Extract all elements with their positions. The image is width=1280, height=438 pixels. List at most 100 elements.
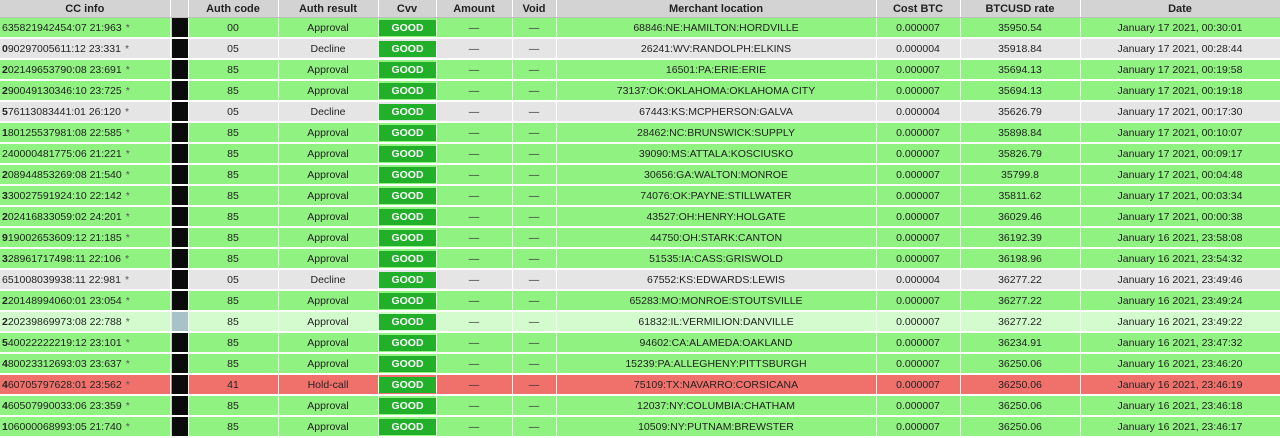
- column-header-merchant-location[interactable]: Merchant location: [556, 0, 877, 18]
- row-select-cell[interactable]: [170, 416, 189, 438]
- table-row[interactable]: 290049130346:10 23:725 * 85 Approval GOOD — —7…: [0, 80, 1280, 102]
- cc-info-cell[interactable]: 220148994060:01 23:054 *: [0, 290, 171, 312]
- row-select-box[interactable]: [171, 102, 187, 120]
- amount-cell: —: [436, 206, 513, 228]
- table-row[interactable]: 240000481775:06 21:221 * 85 Approval GOOD — —3…: [0, 143, 1280, 165]
- row-select-cell[interactable]: [170, 185, 189, 207]
- row-select-box[interactable]: [171, 396, 187, 414]
- cc-info-cell[interactable]: 220239869973:08 22:788 *: [0, 311, 171, 333]
- row-select-cell[interactable]: [170, 353, 189, 375]
- cc-info-cell[interactable]: 460507990033:06 23:359 *: [0, 395, 171, 417]
- row-select-cell[interactable]: [170, 17, 189, 39]
- row-select-cell[interactable]: [170, 374, 189, 396]
- row-select-cell[interactable]: [170, 38, 189, 60]
- row-select-cell[interactable]: [170, 59, 189, 81]
- row-select-box[interactable]: [171, 39, 187, 57]
- cc-info-cell[interactable]: 540022222219:12 23:101 *: [0, 332, 171, 354]
- table-row[interactable]: 330027591924:10 22:142 * 85 Approval GOOD — —7…: [0, 185, 1280, 207]
- row-select-box[interactable]: [171, 60, 187, 78]
- cc-info-cell[interactable]: 202416833059:02 24:201 *: [0, 206, 171, 228]
- row-select-cell[interactable]: [170, 206, 189, 228]
- column-header-amount[interactable]: Amount: [436, 0, 513, 18]
- btcusd-rate-cell: 36277.22: [960, 311, 1081, 333]
- column-header-void[interactable]: Void: [512, 0, 557, 18]
- cc-info-cell[interactable]: 651008039938:11 22:981 *: [0, 269, 171, 291]
- table-row[interactable]: 090297005611:12 23:331 * 05 Decline GOOD — —26…: [0, 38, 1280, 60]
- row-select-box[interactable]: [171, 291, 187, 309]
- column-header-auth-code[interactable]: Auth code: [188, 0, 279, 18]
- column-header-date[interactable]: Date: [1080, 0, 1280, 18]
- row-select-box[interactable]: [171, 312, 187, 330]
- row-select-box[interactable]: [171, 144, 187, 162]
- row-select-box[interactable]: [171, 375, 187, 393]
- row-select-box[interactable]: [171, 18, 187, 37]
- row-select-cell[interactable]: [170, 101, 189, 123]
- table-row[interactable]: 220148994060:01 23:054 * 85 Approval GOOD — —6…: [0, 290, 1280, 312]
- cc-info-cell[interactable]: 202149653790:08 23:691 *: [0, 59, 171, 81]
- table-row[interactable]: 576113083441:01 26:120 * 05 Decline GOOD — —67…: [0, 101, 1280, 123]
- cc-info-cell[interactable]: 330027591924:10 22:142 *: [0, 185, 171, 207]
- cc-info-cell[interactable]: 635821942454:07 21:963 *: [0, 17, 171, 39]
- cc-info-cell[interactable]: 460705797628:01 23:562 *: [0, 374, 171, 396]
- table-row[interactable]: 480023312693:03 23:637 * 85 Approval GOOD — —1…: [0, 353, 1280, 375]
- row-select-box[interactable]: [171, 81, 187, 99]
- cc-info-cell[interactable]: 328961717498:11 22:106 *: [0, 248, 171, 270]
- row-select-box[interactable]: [171, 354, 187, 372]
- cc-info-number: 08944853269:08 21:540: [7, 168, 122, 181]
- cvv-cell: GOOD: [378, 122, 437, 144]
- row-select-box[interactable]: [171, 186, 187, 204]
- row-select-cell[interactable]: [170, 332, 189, 354]
- row-select-cell[interactable]: [170, 395, 189, 417]
- row-select-box[interactable]: [171, 270, 187, 288]
- row-select-cell[interactable]: [170, 248, 189, 270]
- table-row[interactable]: 106000068993:05 21:740 * 85 Approval GOOD — —1…: [0, 416, 1280, 438]
- table-row[interactable]: 202416833059:02 24:201 * 85 Approval GOOD — —4…: [0, 206, 1280, 228]
- table-row[interactable]: 328961717498:11 22:106 * 85 Approval GOOD — —5…: [0, 248, 1280, 270]
- cc-info-cell[interactable]: 919002653609:12 21:185 *: [0, 227, 171, 249]
- row-select-box[interactable]: [171, 165, 187, 183]
- row-select-box[interactable]: [171, 333, 187, 351]
- table-row[interactable]: 460507990033:06 23:359 * 85 Approval GOOD — —1…: [0, 395, 1280, 417]
- column-header-btcusd-rate[interactable]: BTCUSD rate: [960, 0, 1081, 18]
- row-select-cell[interactable]: [170, 80, 189, 102]
- cc-info-cell[interactable]: 240000481775:06 21:221 *: [0, 143, 171, 165]
- column-header-cost-btc[interactable]: Cost BTC: [876, 0, 961, 18]
- column-header-auth-result[interactable]: Auth result: [278, 0, 379, 18]
- column-header-cc-info[interactable]: CC info: [0, 0, 171, 18]
- cc-info-cell[interactable]: 106000068993:05 21:740 *: [0, 416, 171, 438]
- table-row[interactable]: 208944853269:08 21:540 * 85 Approval GOOD — —3…: [0, 164, 1280, 186]
- amount-cell: —: [436, 59, 513, 81]
- cost-btc-cell: 0.000007: [876, 248, 961, 270]
- row-select-cell[interactable]: [170, 164, 189, 186]
- row-select-cell[interactable]: [170, 122, 189, 144]
- row-select-cell[interactable]: [170, 269, 189, 291]
- table-row[interactable]: 220239869973:08 22:788 * 85 Approval GOOD — —6…: [0, 311, 1280, 333]
- cc-info-cell[interactable]: 208944853269:08 21:540 *: [0, 164, 171, 186]
- auth-code-cell: 85: [188, 206, 279, 228]
- table-row[interactable]: 180125537981:08 22:585 * 85 Approval GOOD — —2…: [0, 122, 1280, 144]
- cvv-status-badge: GOOD: [378, 334, 435, 351]
- cc-info-cell[interactable]: 180125537981:08 22:585 *: [0, 122, 171, 144]
- row-select-cell[interactable]: [170, 143, 189, 165]
- table-row[interactable]: 635821942454:07 21:963 * 00 Approval GOOD — —6…: [0, 17, 1280, 39]
- row-select-box[interactable]: [171, 207, 187, 225]
- merchant-location-cell: 12037:NY:COLUMBIA:CHATHAM: [556, 395, 877, 417]
- row-select-cell[interactable]: [170, 290, 189, 312]
- column-header-cvv[interactable]: Cvv: [378, 0, 437, 18]
- row-select-box[interactable]: [171, 228, 187, 246]
- table-row[interactable]: 460705797628:01 23:562 * 41 Hold-call GOOD — —…: [0, 374, 1280, 396]
- table-row[interactable]: 202149653790:08 23:691 * 85 Approval GOOD — —1…: [0, 59, 1280, 81]
- row-select-box[interactable]: [171, 249, 187, 267]
- cc-info-cell[interactable]: 290049130346:10 23:725 *: [0, 80, 171, 102]
- table-row[interactable]: 651008039938:11 22:981 * 05 Decline GOOD — —67…: [0, 269, 1280, 291]
- table-row[interactable]: 540022222219:12 23:101 * 85 Approval GOOD — —9…: [0, 332, 1280, 354]
- row-select-cell[interactable]: [170, 227, 189, 249]
- row-select-cell[interactable]: [170, 311, 189, 333]
- row-select-box[interactable]: [171, 123, 187, 141]
- cc-info-cell[interactable]: 090297005611:12 23:331 *: [0, 38, 171, 60]
- table-row[interactable]: 919002653609:12 21:185 * 85 Approval GOOD — —4…: [0, 227, 1280, 249]
- auth-code-cell: 05: [188, 269, 279, 291]
- row-select-box[interactable]: [171, 417, 187, 435]
- cc-info-cell[interactable]: 480023312693:03 23:637 *: [0, 353, 171, 375]
- cc-info-cell[interactable]: 576113083441:01 26:120 *: [0, 101, 171, 123]
